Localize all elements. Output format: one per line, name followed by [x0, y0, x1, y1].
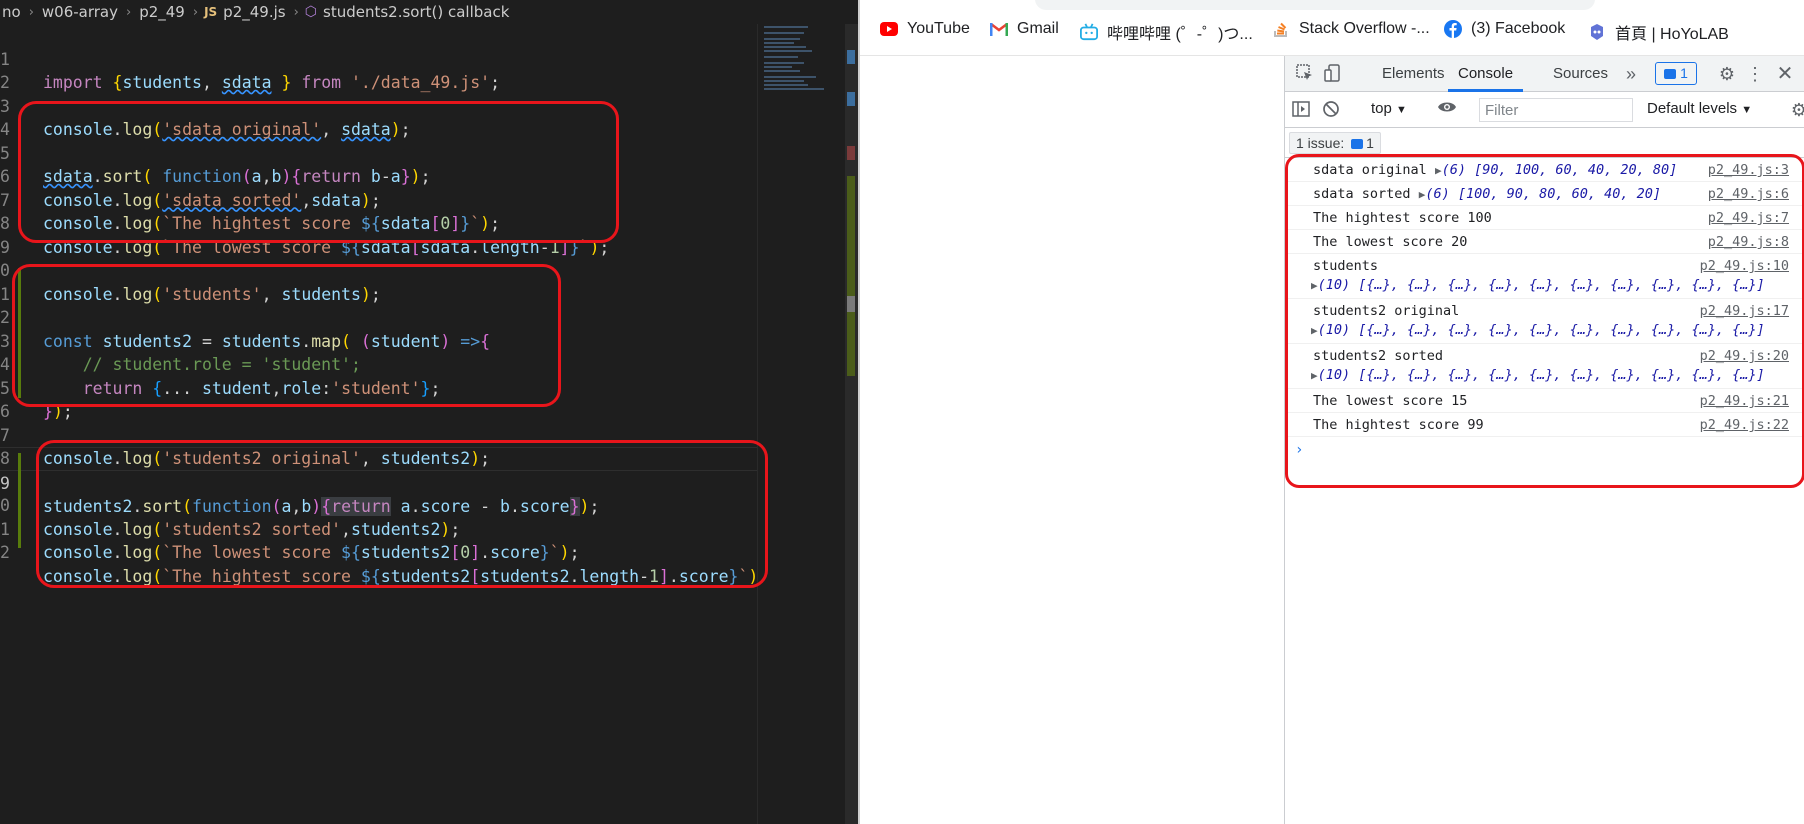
dropdown-arrow-icon: ▼	[1396, 104, 1407, 116]
eye-icon[interactable]	[1437, 100, 1457, 120]
method-cube-icon: ⬡	[304, 4, 318, 20]
devtools-tab-bar: Elements Console Sources » 1 ⚙ ⋮ ✕	[1285, 56, 1804, 92]
clear-console-icon[interactable]	[1321, 100, 1341, 120]
stackoverflow-icon	[1272, 20, 1290, 38]
code-editor[interactable]: no › w06-array › p2_49 › JS p2_49.js › ⬡…	[0, 0, 858, 824]
console-toolbar: top ▼ Default levels ▼ ⚙	[1285, 92, 1804, 128]
bookmark-hoyolab[interactable]: 首頁 | HoYoLAB	[1588, 20, 1729, 44]
issue-chip[interactable]: 1 issue: 1	[1289, 132, 1381, 154]
annotation-box	[12, 264, 561, 407]
bookmarks-bar: YouTube Gmail 哔哩哔哩 (゜-゜)つ... Stack Overf…	[860, 0, 1804, 56]
scrollbar-marker	[847, 50, 855, 64]
code-line[interactable]: 3 console.log('sdata original', sdata);	[0, 71, 757, 140]
scrollbar-marker	[847, 176, 855, 376]
youtube-icon	[880, 20, 898, 38]
console-settings-gear-icon[interactable]: ⚙	[1789, 100, 1804, 120]
editor-scrollbar[interactable]	[845, 24, 858, 824]
issues-counter-button[interactable]: 1	[1655, 62, 1697, 85]
minimap-line	[764, 50, 812, 52]
log-levels-select[interactable]: Default levels ▼	[1647, 100, 1752, 117]
filter-input[interactable]	[1479, 98, 1633, 122]
chevron-right-icon: ›	[126, 4, 132, 20]
page-content[interactable]	[860, 56, 1284, 824]
minimap-line	[764, 46, 806, 48]
devtools-panel: Elements Console Sources » 1 ⚙ ⋮ ✕ top ▼…	[1284, 56, 1804, 824]
code-line[interactable]: 1 import {students, sdata } from './data…	[0, 24, 757, 93]
minimap-line	[764, 84, 808, 86]
line-number: 2	[0, 543, 10, 562]
scrollbar-thumb[interactable]	[847, 296, 855, 312]
breadcrumb-item[interactable]: students2.sort() callback	[321, 3, 511, 21]
chevron-right-icon: ›	[293, 4, 299, 20]
scrollbar-marker	[847, 146, 855, 160]
tab-console[interactable]: Console	[1448, 56, 1524, 92]
hoyolab-icon	[1588, 23, 1606, 41]
minimap-line	[764, 32, 804, 34]
minimap-line	[764, 88, 824, 90]
minimap[interactable]	[757, 24, 842, 824]
minimap-line	[764, 76, 816, 78]
annotation-box	[1285, 154, 1804, 488]
bookmark-gmail[interactable]: Gmail	[990, 20, 1059, 38]
minimap-line	[764, 26, 808, 28]
breadcrumb-item[interactable]: no	[0, 3, 23, 21]
minimap-line	[764, 62, 804, 64]
minimap-line	[764, 56, 798, 58]
code-line[interactable]: 2	[0, 48, 757, 92]
minimap-line	[764, 70, 800, 72]
annotation-box	[36, 440, 768, 588]
annotation-box	[18, 101, 619, 243]
facebook-icon	[1444, 20, 1462, 38]
kebab-menu-icon[interactable]: ⋮	[1745, 64, 1765, 84]
address-bar[interactable]	[1035, 0, 1595, 10]
minimap-line	[764, 80, 804, 82]
device-toolbar-icon[interactable]	[1323, 64, 1343, 84]
chevron-right-icon: ›	[28, 4, 34, 20]
bilibili-icon	[1080, 23, 1098, 41]
tab-elements[interactable]: Elements	[1382, 56, 1445, 92]
breadcrumb-item[interactable]: w06-array	[40, 3, 120, 21]
gmail-icon	[990, 20, 1008, 38]
bookmark-bilibili[interactable]: 哔哩哔哩 (゜-゜)つ...	[1080, 20, 1253, 44]
tab-sources[interactable]: Sources	[1553, 56, 1608, 92]
breadcrumb-item[interactable]: p2_49.js	[221, 3, 287, 21]
more-tabs-icon[interactable]: »	[1621, 64, 1641, 84]
context-select[interactable]: top ▼	[1371, 100, 1407, 120]
scrollbar-marker	[847, 92, 855, 106]
js-file-icon: JS	[204, 5, 218, 19]
bookmark-stackoverflow[interactable]: Stack Overflow -...	[1272, 20, 1430, 38]
breadcrumb-item[interactable]: p2_49	[137, 3, 187, 21]
minimap-line	[764, 66, 792, 68]
browser-window: YouTube Gmail 哔哩哔哩 (゜-゜)つ... Stack Overf…	[858, 0, 1804, 824]
chevron-right-icon: ›	[192, 4, 199, 20]
settings-gear-icon[interactable]: ⚙	[1717, 64, 1737, 84]
git-change-indicator	[18, 453, 21, 548]
breadcrumb: no › w06-array › p2_49 › JS p2_49.js › ⬡…	[0, 0, 858, 24]
message-icon	[1351, 139, 1364, 149]
bookmark-facebook[interactable]: (3) Facebook	[1444, 20, 1565, 38]
message-icon	[1664, 69, 1677, 79]
sidebar-toggle-icon[interactable]	[1291, 100, 1311, 120]
inspect-element-icon[interactable]	[1295, 64, 1315, 84]
bookmark-youtube[interactable]: YouTube	[880, 20, 970, 38]
close-icon[interactable]: ✕	[1775, 64, 1795, 84]
minimap-line	[764, 42, 794, 44]
dropdown-arrow-icon: ▼	[1741, 104, 1753, 116]
minimap-line	[764, 38, 800, 40]
